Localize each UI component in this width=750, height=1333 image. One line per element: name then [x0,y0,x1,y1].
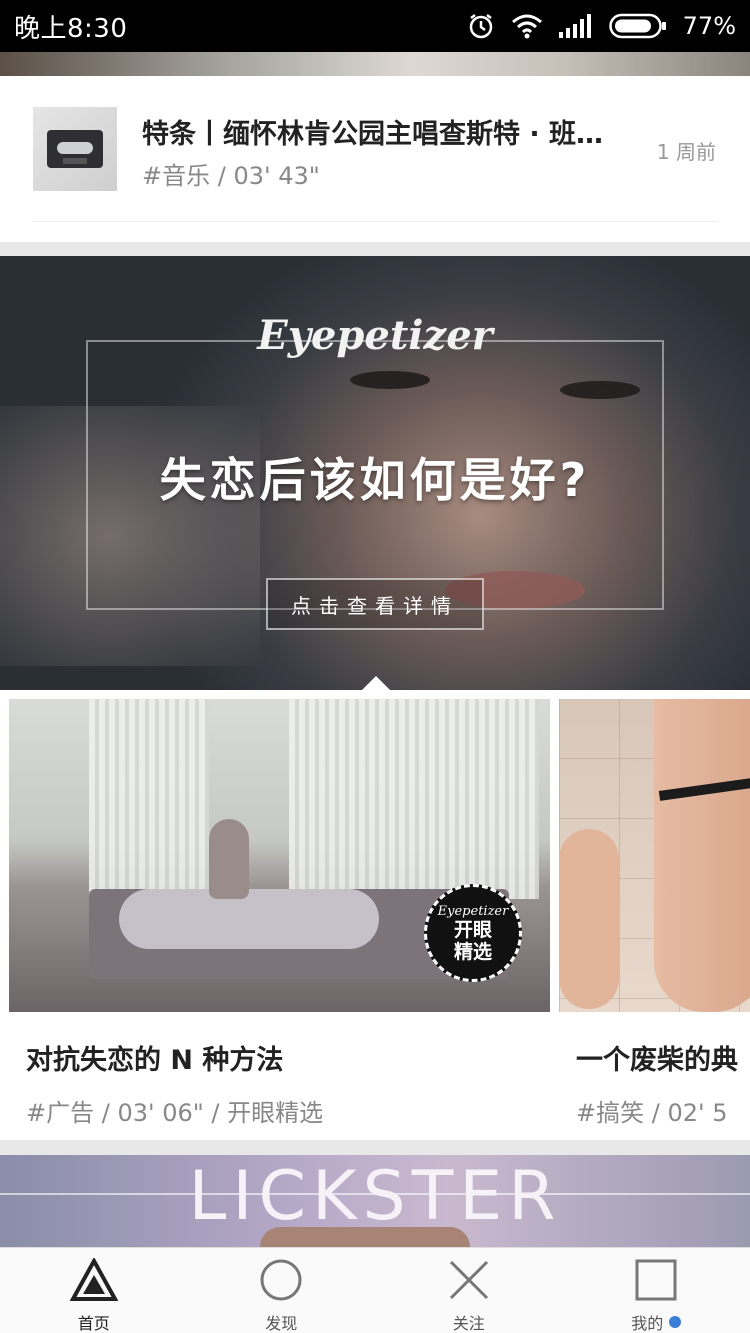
banner-title: 失恋后该如何是好? [159,453,591,507]
bedsheet-shape [119,889,379,949]
wifi-icon [511,13,543,39]
eyepetizer-logo: Eyepetizer [257,312,493,359]
status-time: 晚上8:30 [14,13,128,44]
battery-percent: 77% [682,12,736,40]
carousel-card-image[interactable]: Eyepetizer 开眼 精选 [9,699,550,1012]
status-bar: 晚上8:30 77% [0,0,750,52]
badge-text-1: 开眼 [453,918,492,941]
video-thumbnail[interactable] [33,107,117,191]
view-details-button[interactable]: 点击查看详情 [266,578,484,630]
carousel-card[interactable]: Eyepetizer 开眼 精选 对抗失恋的 N 种方法 #广告 / 03' 0… [9,699,550,1128]
carousel-card-meta: #搞笑 / 02' 5 [576,1099,728,1127]
featured-banner[interactable]: Eyepetizer 失恋后该如何是好? 点击查看详情 [0,256,750,690]
featured-badge: Eyepetizer 开眼 精选 [424,884,522,982]
alarm-icon [467,12,495,40]
badge-logo: Eyepetizer [437,903,509,919]
arm-shape [654,699,750,1012]
tab-follow[interactable]: 关注 [375,1248,563,1333]
peek-face-shape [260,1227,470,1247]
signal-icon [558,14,593,38]
carousel-card[interactable]: 一个废柴的典 #搞笑 / 02' 5 [559,699,750,1128]
notification-dot [669,1316,682,1328]
circle-icon [259,1258,303,1302]
tab-home-label: 首页 [77,1314,110,1333]
triangle-icon [69,1258,118,1302]
tab-follow-label: 关注 [452,1314,485,1333]
next-banner-title: LICKSTER [188,1157,562,1236]
carousel-card-title: 对抗失恋的 N 种方法 [26,1045,284,1076]
next-banner[interactable]: LICKSTER [0,1155,750,1247]
tab-home[interactable]: 首页 [0,1248,188,1333]
previous-banner-edge[interactable] [0,52,750,76]
tab-mine-label: 我的 [631,1314,664,1333]
carousel-card-title: 一个废柴的典 [576,1045,738,1076]
status-icons: 77% [467,12,736,40]
video-time-ago: 1 周前 [656,140,716,164]
hand-shape [559,829,619,1009]
cross-icon [447,1258,491,1302]
tab-mine-label-wrap: 我的 [631,1310,682,1333]
window-curtain [289,699,539,899]
video-list-item[interactable]: 特条丨缅怀林肯公园主唱查斯特 · 班… #音乐 / 03' 43" 1 周前 [0,76,750,242]
banner-pointer [362,676,390,690]
badge-text-2: 精选 [453,940,492,963]
video-meta: #音乐 / 03' 43" [142,162,320,190]
person-shape [209,819,249,899]
square-icon [634,1258,678,1302]
divider [33,221,717,222]
cassette-icon [47,130,103,168]
carousel-card-image[interactable] [559,699,750,1012]
tab-discover-label: 发现 [265,1314,298,1333]
tab-discover[interactable]: 发现 [188,1248,376,1333]
carousel-card-meta: #广告 / 03' 06" / 开眼精选 [26,1099,324,1127]
tab-mine[interactable]: 我的 [563,1248,750,1333]
video-title: 特条丨缅怀林肯公园主唱查斯特 · 班… [142,119,604,150]
window-curtain [89,699,209,899]
bottom-tab-bar: 首页 发现 关注 我的 [0,1247,750,1333]
video-carousel[interactable]: Eyepetizer 开眼 精选 对抗失恋的 N 种方法 #广告 / 03' 0… [0,690,750,1140]
battery-icon [608,13,667,39]
